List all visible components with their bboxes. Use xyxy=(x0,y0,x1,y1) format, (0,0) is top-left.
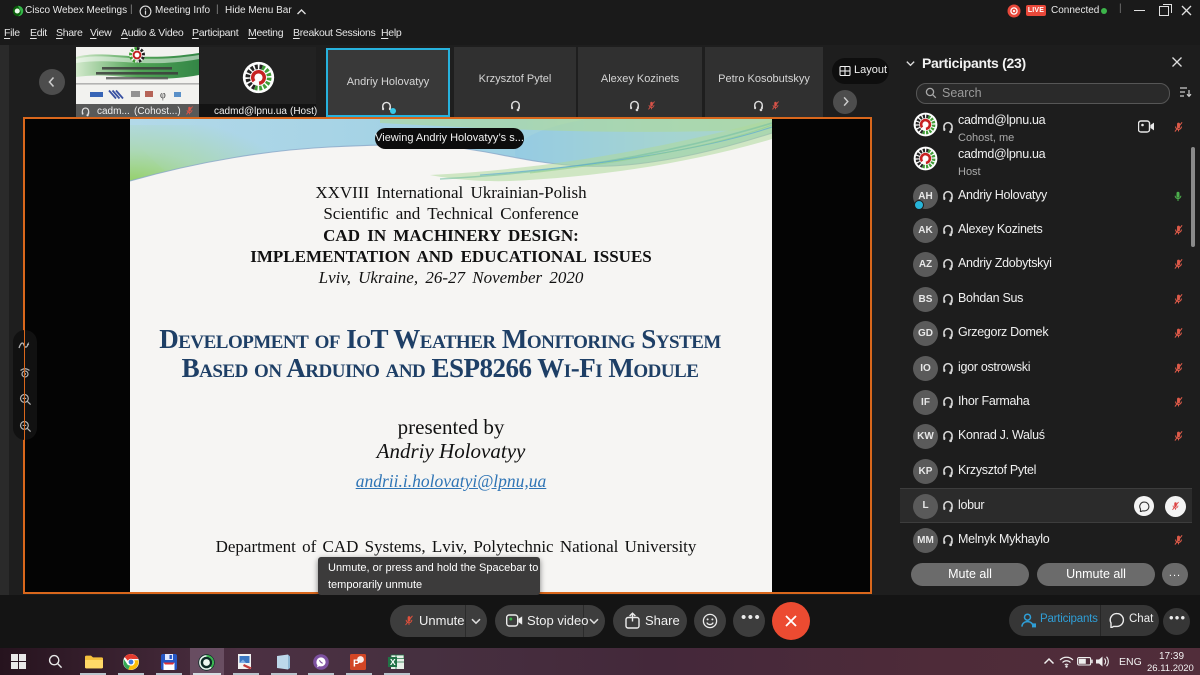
svg-text:P: P xyxy=(353,659,360,670)
svg-text:X: X xyxy=(390,657,396,667)
